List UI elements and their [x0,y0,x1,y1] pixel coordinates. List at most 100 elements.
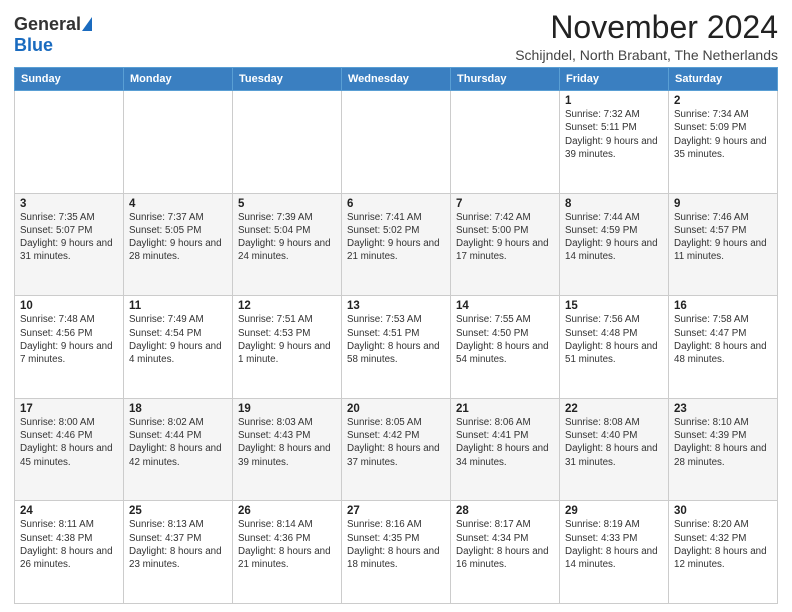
day-info: Sunrise: 7:42 AM Sunset: 5:00 PM Dayligh… [456,211,554,264]
calendar-cell: 5Sunrise: 7:39 AM Sunset: 5:04 PM Daylig… [233,193,342,296]
title-block: November 2024 Schijndel, North Brabant, … [515,10,778,63]
day-number: 11 [129,300,227,312]
day-number: 28 [456,505,554,517]
calendar-cell: 8Sunrise: 7:44 AM Sunset: 4:59 PM Daylig… [560,193,669,296]
calendar-cell: 4Sunrise: 7:37 AM Sunset: 5:05 PM Daylig… [124,193,233,296]
day-number: 17 [20,403,118,415]
day-number: 18 [129,403,227,415]
week-row-1: 1Sunrise: 7:32 AM Sunset: 5:11 PM Daylig… [15,91,778,194]
calendar-cell: 15Sunrise: 7:56 AM Sunset: 4:48 PM Dayli… [560,296,669,399]
weekday-header-tuesday: Tuesday [233,68,342,91]
day-number: 22 [565,403,663,415]
calendar-cell: 17Sunrise: 8:00 AM Sunset: 4:46 PM Dayli… [15,398,124,501]
calendar-cell [15,91,124,194]
week-row-4: 17Sunrise: 8:00 AM Sunset: 4:46 PM Dayli… [15,398,778,501]
day-info: Sunrise: 7:55 AM Sunset: 4:50 PM Dayligh… [456,313,554,366]
day-info: Sunrise: 8:17 AM Sunset: 4:34 PM Dayligh… [456,518,554,571]
calendar-cell: 25Sunrise: 8:13 AM Sunset: 4:37 PM Dayli… [124,501,233,604]
day-number: 2 [674,95,772,107]
calendar-cell: 14Sunrise: 7:55 AM Sunset: 4:50 PM Dayli… [451,296,560,399]
day-number: 5 [238,198,336,210]
page: General Blue November 2024 Schijndel, No… [0,0,792,612]
day-number: 30 [674,505,772,517]
logo-triangle-icon [82,17,92,31]
day-info: Sunrise: 7:58 AM Sunset: 4:47 PM Dayligh… [674,313,772,366]
day-info: Sunrise: 8:19 AM Sunset: 4:33 PM Dayligh… [565,518,663,571]
day-info: Sunrise: 8:10 AM Sunset: 4:39 PM Dayligh… [674,416,772,469]
day-info: Sunrise: 7:48 AM Sunset: 4:56 PM Dayligh… [20,313,118,366]
header: General Blue November 2024 Schijndel, No… [14,10,778,63]
day-number: 7 [456,198,554,210]
day-number: 19 [238,403,336,415]
calendar-cell: 20Sunrise: 8:05 AM Sunset: 4:42 PM Dayli… [342,398,451,501]
calendar-cell: 16Sunrise: 7:58 AM Sunset: 4:47 PM Dayli… [669,296,778,399]
calendar-cell: 2Sunrise: 7:34 AM Sunset: 5:09 PM Daylig… [669,91,778,194]
calendar-cell: 27Sunrise: 8:16 AM Sunset: 4:35 PM Dayli… [342,501,451,604]
day-info: Sunrise: 7:34 AM Sunset: 5:09 PM Dayligh… [674,108,772,161]
weekday-header-thursday: Thursday [451,68,560,91]
logo-blue: Blue [14,35,92,56]
calendar-cell: 12Sunrise: 7:51 AM Sunset: 4:53 PM Dayli… [233,296,342,399]
day-number: 12 [238,300,336,312]
location-title: Schijndel, North Brabant, The Netherland… [515,47,778,63]
day-number: 25 [129,505,227,517]
day-info: Sunrise: 8:08 AM Sunset: 4:40 PM Dayligh… [565,416,663,469]
calendar-cell: 11Sunrise: 7:49 AM Sunset: 4:54 PM Dayli… [124,296,233,399]
calendar-cell: 9Sunrise: 7:46 AM Sunset: 4:57 PM Daylig… [669,193,778,296]
weekday-header-saturday: Saturday [669,68,778,91]
day-info: Sunrise: 7:49 AM Sunset: 4:54 PM Dayligh… [129,313,227,366]
week-row-3: 10Sunrise: 7:48 AM Sunset: 4:56 PM Dayli… [15,296,778,399]
logo: General Blue [14,14,92,56]
calendar-cell [342,91,451,194]
day-info: Sunrise: 8:03 AM Sunset: 4:43 PM Dayligh… [238,416,336,469]
day-info: Sunrise: 8:20 AM Sunset: 4:32 PM Dayligh… [674,518,772,571]
calendar-cell: 7Sunrise: 7:42 AM Sunset: 5:00 PM Daylig… [451,193,560,296]
calendar-cell: 6Sunrise: 7:41 AM Sunset: 5:02 PM Daylig… [342,193,451,296]
calendar: SundayMondayTuesdayWednesdayThursdayFrid… [14,67,778,604]
day-info: Sunrise: 8:00 AM Sunset: 4:46 PM Dayligh… [20,416,118,469]
day-number: 21 [456,403,554,415]
day-number: 29 [565,505,663,517]
calendar-cell: 3Sunrise: 7:35 AM Sunset: 5:07 PM Daylig… [15,193,124,296]
day-number: 16 [674,300,772,312]
calendar-cell: 18Sunrise: 8:02 AM Sunset: 4:44 PM Dayli… [124,398,233,501]
day-info: Sunrise: 7:51 AM Sunset: 4:53 PM Dayligh… [238,313,336,366]
day-info: Sunrise: 7:46 AM Sunset: 4:57 PM Dayligh… [674,211,772,264]
calendar-cell: 13Sunrise: 7:53 AM Sunset: 4:51 PM Dayli… [342,296,451,399]
day-number: 8 [565,198,663,210]
calendar-cell: 30Sunrise: 8:20 AM Sunset: 4:32 PM Dayli… [669,501,778,604]
calendar-cell: 19Sunrise: 8:03 AM Sunset: 4:43 PM Dayli… [233,398,342,501]
day-info: Sunrise: 7:35 AM Sunset: 5:07 PM Dayligh… [20,211,118,264]
day-number: 3 [20,198,118,210]
day-info: Sunrise: 8:14 AM Sunset: 4:36 PM Dayligh… [238,518,336,571]
weekday-header-monday: Monday [124,68,233,91]
day-number: 14 [456,300,554,312]
calendar-cell: 26Sunrise: 8:14 AM Sunset: 4:36 PM Dayli… [233,501,342,604]
calendar-cell: 28Sunrise: 8:17 AM Sunset: 4:34 PM Dayli… [451,501,560,604]
day-info: Sunrise: 8:13 AM Sunset: 4:37 PM Dayligh… [129,518,227,571]
calendar-cell: 10Sunrise: 7:48 AM Sunset: 4:56 PM Dayli… [15,296,124,399]
day-info: Sunrise: 8:02 AM Sunset: 4:44 PM Dayligh… [129,416,227,469]
day-info: Sunrise: 8:06 AM Sunset: 4:41 PM Dayligh… [456,416,554,469]
day-info: Sunrise: 8:11 AM Sunset: 4:38 PM Dayligh… [20,518,118,571]
day-number: 20 [347,403,445,415]
day-number: 26 [238,505,336,517]
day-info: Sunrise: 8:05 AM Sunset: 4:42 PM Dayligh… [347,416,445,469]
day-info: Sunrise: 7:37 AM Sunset: 5:05 PM Dayligh… [129,211,227,264]
calendar-cell [451,91,560,194]
day-number: 24 [20,505,118,517]
week-row-5: 24Sunrise: 8:11 AM Sunset: 4:38 PM Dayli… [15,501,778,604]
day-number: 15 [565,300,663,312]
day-info: Sunrise: 7:39 AM Sunset: 5:04 PM Dayligh… [238,211,336,264]
day-info: Sunrise: 7:41 AM Sunset: 5:02 PM Dayligh… [347,211,445,264]
weekday-header-friday: Friday [560,68,669,91]
weekday-header-row: SundayMondayTuesdayWednesdayThursdayFrid… [15,68,778,91]
logo-general: General [14,14,81,35]
day-number: 13 [347,300,445,312]
calendar-cell: 23Sunrise: 8:10 AM Sunset: 4:39 PM Dayli… [669,398,778,501]
day-info: Sunrise: 7:56 AM Sunset: 4:48 PM Dayligh… [565,313,663,366]
day-number: 4 [129,198,227,210]
day-number: 6 [347,198,445,210]
calendar-cell: 29Sunrise: 8:19 AM Sunset: 4:33 PM Dayli… [560,501,669,604]
calendar-cell: 21Sunrise: 8:06 AM Sunset: 4:41 PM Dayli… [451,398,560,501]
